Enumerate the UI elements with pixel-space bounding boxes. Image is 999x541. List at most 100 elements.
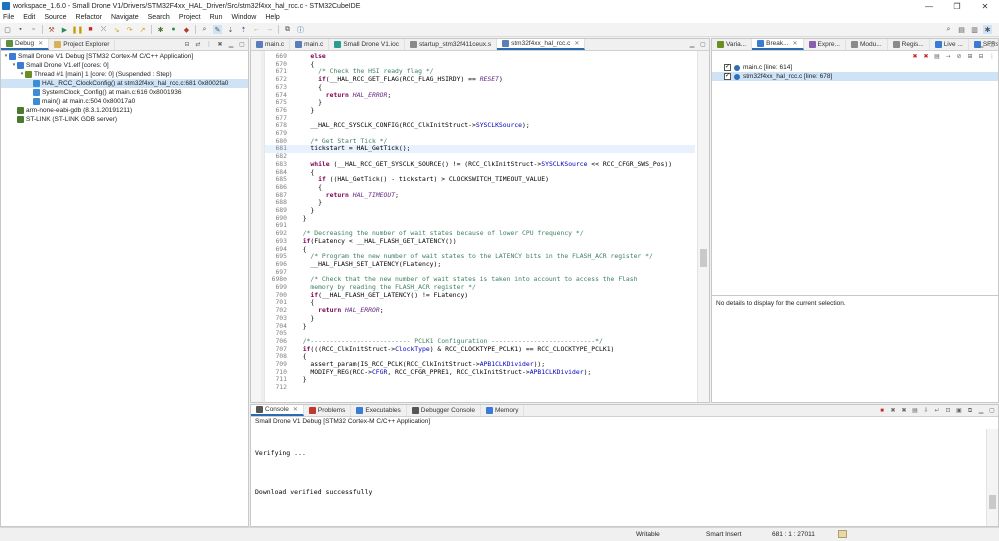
code-line[interactable]: 669 else — [265, 52, 695, 61]
current-code-line[interactable]: 681 tickstart = HAL_GetTick(); — [265, 145, 695, 154]
tab-expre[interactable]: Expre... — [804, 39, 846, 50]
terminate-icon[interactable]: ■ — [878, 407, 886, 415]
resume-icon[interactable]: ▶ — [60, 25, 69, 34]
menu-run[interactable]: Run — [210, 14, 223, 21]
next-annotation-icon[interactable]: ⇣ — [226, 25, 235, 34]
display-console-icon[interactable]: ▣ — [955, 407, 963, 415]
code-line[interactable]: 693 if(FLatency < __HAL_FLASH_GET_LATENC… — [265, 237, 695, 246]
close-icon[interactable]: ✕ — [793, 40, 798, 47]
tab-project-explorer[interactable]: Project Explorer — [49, 39, 116, 50]
minimize-button[interactable]: — — [915, 2, 943, 11]
tab-console[interactable]: Console ✕ — [251, 405, 304, 416]
tab-debugger-console[interactable]: Debugger Console — [407, 405, 481, 416]
code-line[interactable]: 674 return HAL_ERROR; — [265, 91, 695, 100]
minimize-view-icon[interactable]: ▁ — [977, 407, 985, 415]
code-line[interactable]: 675 } — [265, 98, 695, 107]
tab-main-c[interactable]: main.c — [290, 39, 330, 50]
perspective-device-icon[interactable]: ▥ — [970, 25, 979, 34]
link-icon[interactable]: ⇄ — [194, 41, 202, 49]
debug-tree-item[interactable]: HAL_RCC_ClockConfig() at stm32f4xx_hal_r… — [1, 79, 248, 88]
menu-navigate[interactable]: Navigate — [111, 14, 139, 21]
maximize-view-icon[interactable]: ▢ — [238, 41, 246, 49]
tab-regis[interactable]: Regis... — [888, 39, 930, 50]
maximize-view-icon[interactable]: ▢ — [988, 407, 996, 415]
remove-all-icon[interactable]: ✖ — [922, 53, 930, 61]
remove-launch-icon[interactable]: ✖ — [889, 407, 897, 415]
perspective-debug-icon[interactable]: ✱ — [983, 25, 992, 34]
menu-search[interactable]: Search — [148, 14, 170, 21]
code-line[interactable]: 702 return HAL_ERROR; — [265, 306, 695, 315]
tab-problems[interactable]: Problems — [304, 405, 352, 416]
highlight-icon[interactable]: ✎ — [213, 25, 222, 34]
console-vertical-scrollbar[interactable] — [986, 429, 998, 526]
debug-icon[interactable]: ✱ — [156, 25, 165, 34]
prev-annotation-icon[interactable]: ⇡ — [239, 25, 248, 34]
new-icon[interactable]: ▢ — [3, 25, 12, 34]
external-tools-icon[interactable]: ◆ — [182, 25, 191, 34]
code-line[interactable]: 707 if(((RCC_ClkInitStruct->ClockType) &… — [265, 345, 695, 354]
tab-executables[interactable]: Executables — [351, 405, 407, 416]
scrollbar-thumb[interactable] — [700, 249, 707, 267]
code-line[interactable]: 676 } — [265, 106, 695, 115]
menu-edit[interactable]: Edit — [23, 14, 35, 21]
breakpoint-checkbox[interactable]: ✓ — [724, 73, 731, 80]
code-line[interactable]: 703 } — [265, 314, 695, 323]
tab-debug[interactable]: Debug ✕ — [1, 39, 50, 50]
code-line[interactable]: 683 while (__HAL_RCC_GET_SYSCLK_SOURCE()… — [265, 160, 695, 169]
disconnect-icon[interactable]: ⤫ — [99, 25, 108, 34]
perspective-cpp-icon[interactable]: ▤ — [957, 25, 966, 34]
debug-tree-item[interactable]: arm-none-eabi-gdb (8.3.1.20191211) — [1, 106, 248, 115]
code-line[interactable]: 687 return HAL_TIMEOUT; — [265, 191, 695, 200]
tab-live[interactable]: Live ... — [930, 39, 969, 50]
debug-tree-item[interactable]: ST-LINK (ST-LINK GDB server) — [1, 115, 248, 124]
collapse-all-icon[interactable]: ⊟ — [977, 53, 985, 61]
code-line[interactable]: 685 if ((HAL_GetTick() - tickstart) > CL… — [265, 175, 695, 184]
remove-terminated-icon[interactable]: ✖ — [216, 41, 224, 49]
scrollbar-thumb[interactable] — [989, 495, 996, 509]
maximize-view-icon[interactable]: ▢ — [699, 41, 707, 49]
expand-all-icon[interactable]: ⊞ — [966, 53, 974, 61]
tab-memory[interactable]: Memory — [481, 405, 525, 416]
status-icon[interactable] — [838, 530, 847, 538]
scroll-lock-icon[interactable]: ⇩ — [922, 407, 930, 415]
save-all-icon[interactable]: ▫ — [29, 25, 38, 34]
code-line[interactable]: 710 MODIFY_REG(RCC->CFGR, RCC_CFGR_PPRE1… — [265, 368, 695, 377]
tab-varia[interactable]: Varia... — [712, 39, 753, 50]
info-icon[interactable]: ⓘ — [296, 25, 305, 34]
close-icon[interactable]: ✕ — [38, 40, 43, 47]
forward-icon[interactable]: → — [265, 25, 274, 34]
remove-breakpoint-icon[interactable]: ✖ — [911, 53, 919, 61]
remove-all-terminated-icon[interactable]: ✖ — [900, 407, 908, 415]
maximize-view-icon[interactable]: ▢ — [988, 41, 996, 49]
code-line[interactable]: 688 } — [265, 198, 695, 207]
run-icon[interactable]: ● — [169, 25, 178, 34]
code-line[interactable]: 704 } — [265, 322, 695, 331]
code-line[interactable]: 712 — [265, 383, 695, 392]
word-wrap-icon[interactable]: ↵ — [933, 407, 941, 415]
console-output[interactable]: Verifying ... Download verified successf… — [251, 429, 998, 526]
code-line[interactable]: 678 __HAL_RCC_SYSCLK_CONFIG(RCC_ClkInitS… — [265, 121, 695, 130]
menu-project[interactable]: Project — [179, 14, 201, 21]
step-over-icon[interactable]: ↷ — [125, 25, 134, 34]
breakpoint-checkbox[interactable]: ✓ — [724, 64, 731, 71]
terminate-icon[interactable]: ■ — [86, 25, 95, 34]
debug-tree-item[interactable]: ▾ Small Drone V1.elf [cores: 0] — [1, 61, 248, 70]
show-supported-icon[interactable]: ▤ — [933, 53, 941, 61]
tab-break[interactable]: Break... ✕ — [752, 39, 804, 50]
skip-breakpoints-icon[interactable]: ⊘ — [955, 53, 963, 61]
minimize-view-icon[interactable]: ▁ — [688, 41, 696, 49]
menu-help[interactable]: Help — [265, 14, 279, 21]
breakpoint-item[interactable]: ✓ stm32f4xx_hal_rcc.c [line: 678] — [712, 72, 998, 81]
go-to-file-icon[interactable]: ⇢ — [944, 53, 952, 61]
build-icon[interactable]: ⚒ — [47, 25, 56, 34]
code-editor[interactable]: 669 else 670 {671 /* Check the HSI ready … — [251, 51, 709, 402]
step-return-icon[interactable]: ↗ — [138, 25, 147, 34]
tab-startup-stm32f411ceux-s[interactable]: startup_stm32f411ceux.s — [405, 39, 498, 50]
close-button[interactable]: ✕ — [971, 2, 999, 11]
debug-tree-item[interactable]: main() at main.c:504 0x80017a0 — [1, 97, 248, 106]
menu-window[interactable]: Window — [231, 14, 256, 21]
tab-modu[interactable]: Modu... — [846, 39, 888, 50]
tab-stm32f4xx-hal-rcc-c[interactable]: stm32f4xx_hal_rcc.c ✕ — [497, 39, 586, 50]
code-line[interactable]: 690 } — [265, 214, 695, 223]
suspend-icon[interactable]: ❚❚ — [72, 25, 84, 34]
